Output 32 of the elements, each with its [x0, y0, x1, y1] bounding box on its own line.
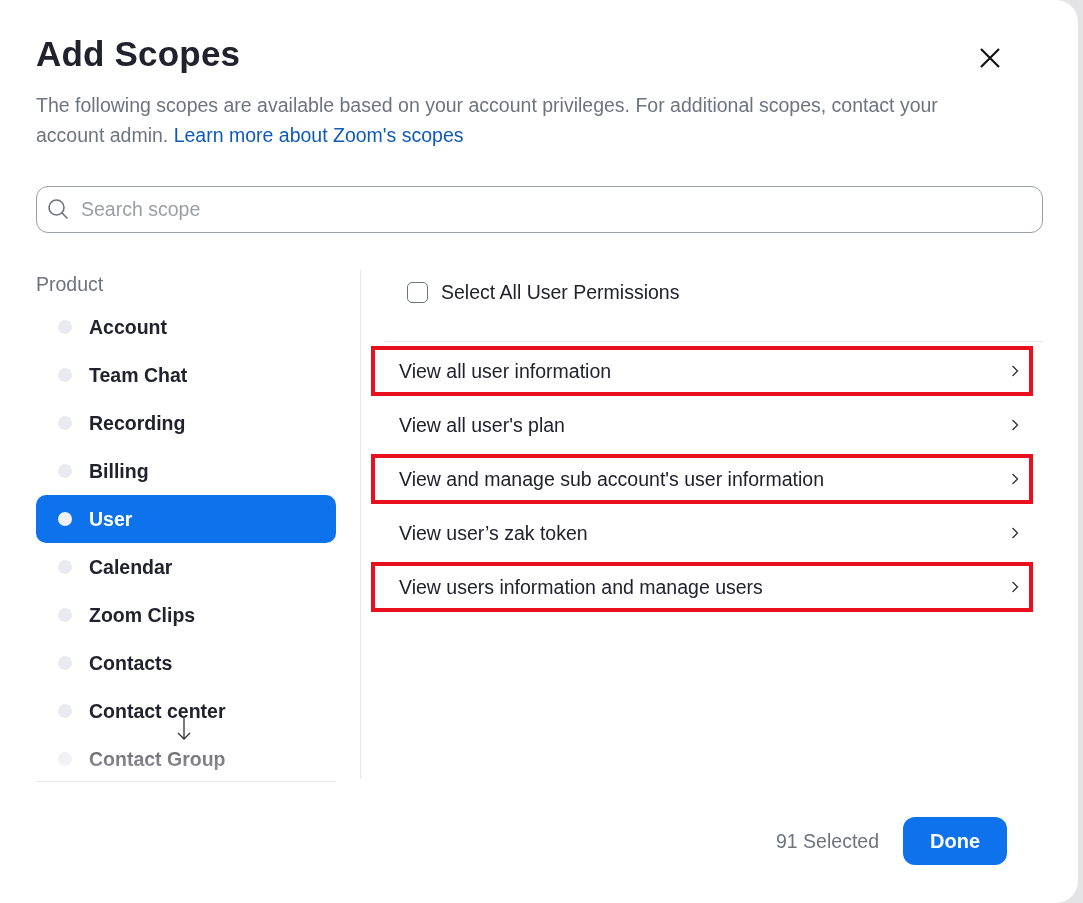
product-heading: Product	[36, 272, 105, 297]
product-item[interactable]: Calendar	[36, 543, 336, 591]
product-item[interactable]: User	[36, 495, 336, 543]
product-item[interactable]: Billing	[36, 447, 336, 495]
checkbox[interactable]	[407, 281, 428, 303]
scope-item[interactable]: View user’s zak token	[371, 508, 1033, 558]
close-icon[interactable]	[978, 46, 1002, 70]
selected-count: 91 Selected	[776, 829, 879, 853]
product-item[interactable]: Contacts	[36, 639, 336, 687]
dialog-title: Add Scopes	[36, 34, 241, 74]
product-item[interactable]: Recording	[36, 399, 336, 447]
chevron-right-icon	[1011, 581, 1019, 593]
product-item[interactable]: Contact Group	[36, 735, 336, 775]
search-field[interactable]: Search scope	[36, 186, 1043, 233]
select-all-label: Select All User Permissions	[441, 280, 680, 304]
chevron-right-icon	[1011, 527, 1019, 539]
scope-item[interactable]: View all user information	[371, 346, 1033, 396]
product-item[interactable]: Account	[36, 303, 336, 351]
scope-item[interactable]: View users information and manage users	[371, 562, 1033, 612]
chevron-right-icon	[1011, 419, 1019, 431]
search-icon	[47, 198, 69, 220]
product-item[interactable]: Zoom Clips	[36, 591, 336, 639]
product-item[interactable]: Contact center	[36, 687, 336, 735]
done-button[interactable]: Done	[903, 817, 1007, 865]
chevron-right-icon	[1011, 473, 1019, 485]
down-arrow-icon[interactable]	[177, 717, 191, 741]
product-item[interactable]: Team Chat	[36, 351, 336, 399]
scope-item[interactable]: View all user's plan	[371, 400, 1033, 450]
description-text: The following scopes are available based on your account privileges. For additional scopes, contact your account admin. Learn more about Zoom's scopes	[36, 93, 939, 148]
learn-more-link[interactable]: Learn more about Zoom's scopes	[173, 124, 464, 146]
chevron-right-icon	[1011, 365, 1019, 377]
scope-item[interactable]: View and manage sub account's user information	[371, 454, 1033, 504]
